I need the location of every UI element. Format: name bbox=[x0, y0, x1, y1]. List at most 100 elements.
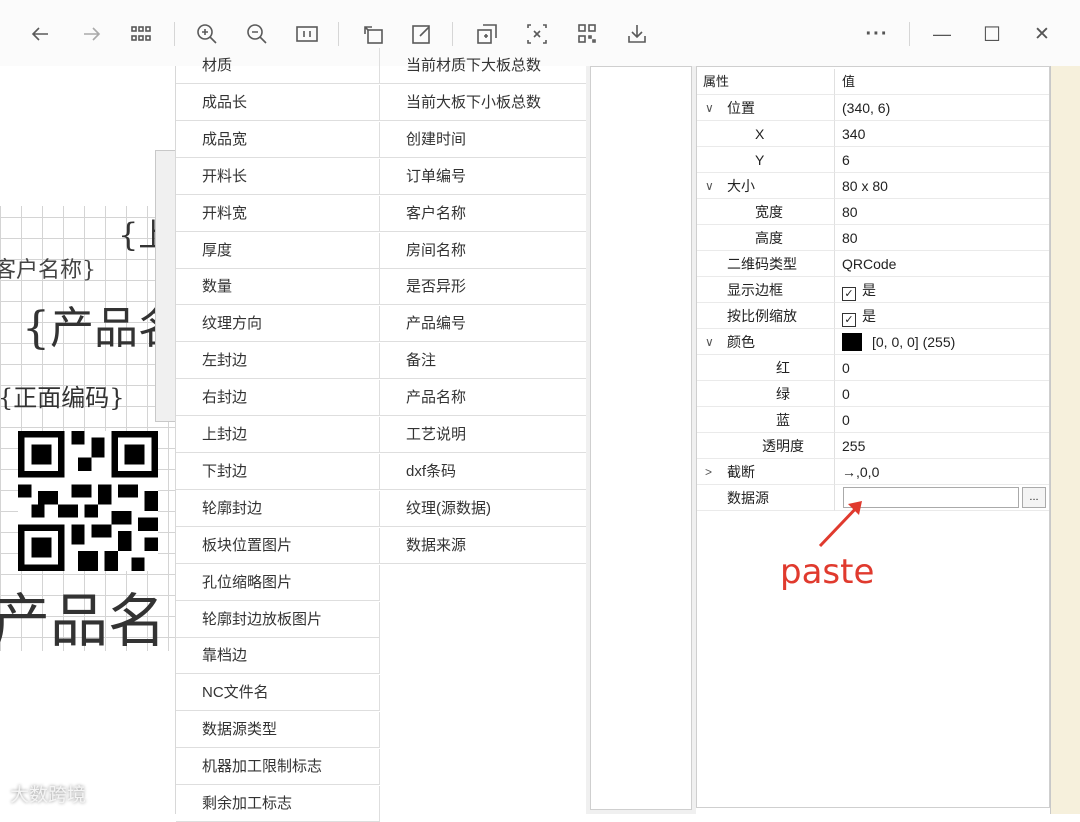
property-value[interactable]: 255 bbox=[835, 433, 1049, 459]
close-button[interactable]: ✕ bbox=[1025, 17, 1059, 51]
property-value[interactable]: (340, 6) bbox=[835, 95, 1049, 121]
chevron-down-icon[interactable]: ∨ bbox=[705, 329, 719, 355]
field-item[interactable]: 靠档边 bbox=[176, 638, 380, 675]
field-item[interactable]: 数据来源 bbox=[380, 528, 586, 564]
variable-button[interactable] bbox=[520, 17, 554, 51]
field-item[interactable]: 材质 bbox=[176, 48, 380, 84]
property-row[interactable]: 红0 bbox=[697, 355, 1049, 381]
property-value[interactable]: 0 bbox=[835, 355, 1049, 381]
property-value[interactable]: 80 bbox=[835, 225, 1049, 251]
canvas-bottom-product-text[interactable]: 产品名 bbox=[0, 574, 166, 658]
property-row[interactable]: 透明度 255 bbox=[697, 433, 1049, 459]
field-item[interactable]: dxf条码 bbox=[380, 454, 586, 490]
field-item[interactable]: 轮廓封边放板图片 bbox=[176, 601, 380, 638]
field-item[interactable]: 右封边 bbox=[176, 380, 380, 417]
field-item[interactable]: 成品长 bbox=[176, 84, 380, 121]
canvas-customer-text[interactable]: 客户名称} bbox=[0, 252, 96, 284]
qrcode-image[interactable] bbox=[18, 426, 158, 576]
right-background bbox=[1050, 66, 1080, 814]
minimize-button[interactable]: — bbox=[925, 17, 959, 51]
field-item[interactable]: 是否异形 bbox=[380, 269, 586, 306]
field-item[interactable]: 当前大板下小板总数 bbox=[380, 85, 586, 121]
property-row[interactable]: ∨ 位置 (340, 6) bbox=[697, 95, 1049, 121]
property-row[interactable]: 绿0 bbox=[697, 381, 1049, 407]
checkbox-checked-icon[interactable]: ✓ bbox=[842, 287, 856, 301]
field-item[interactable]: 创建时间 bbox=[380, 122, 586, 158]
field-item[interactable]: 下封边 bbox=[176, 453, 380, 490]
field-item[interactable]: 厚度 bbox=[176, 232, 380, 269]
property-row[interactable]: X 340 bbox=[697, 121, 1049, 147]
field-item[interactable]: 当前材质下大板总数 bbox=[380, 48, 586, 84]
field-item[interactable]: 左封边 bbox=[176, 343, 380, 380]
property-label: 位置 bbox=[727, 100, 755, 116]
property-row[interactable]: ∨ 颜色 [0, 0, 0] (255) bbox=[697, 329, 1049, 355]
field-item[interactable]: 孔位缩略图片 bbox=[176, 564, 380, 601]
field-item[interactable]: NC文件名 bbox=[176, 675, 380, 712]
field-item[interactable]: 房间名称 bbox=[380, 233, 586, 269]
property-name: 二维码类型 bbox=[697, 251, 835, 277]
field-item[interactable]: 板块位置图片 bbox=[176, 527, 380, 564]
property-value[interactable]: 0 bbox=[835, 407, 1049, 433]
label-canvas[interactable]: {上 客户名称} {产品名 {正面编码} 产品名 bbox=[0, 66, 182, 814]
property-row[interactable]: 蓝0 bbox=[697, 407, 1049, 433]
field-item[interactable]: 轮廓封边 bbox=[176, 490, 380, 527]
chevron-down-icon[interactable]: ∨ bbox=[705, 95, 719, 121]
field-item[interactable]: 产品编号 bbox=[380, 306, 586, 343]
zoom-in-button[interactable] bbox=[190, 17, 224, 51]
maximize-button[interactable]: ☐ bbox=[975, 17, 1009, 51]
property-row[interactable]: 按比例缩放 ✓ 是 bbox=[697, 303, 1049, 329]
field-item[interactable]: 纹理(源数据) bbox=[380, 491, 586, 527]
field-item[interactable]: 成品宽 bbox=[176, 121, 380, 158]
checkbox-checked-icon[interactable]: ✓ bbox=[842, 313, 856, 327]
chevron-down-icon[interactable]: ∨ bbox=[705, 173, 719, 199]
property-row[interactable]: Y6 bbox=[697, 147, 1049, 173]
property-value[interactable]: QRCode bbox=[835, 251, 1049, 277]
field-item[interactable]: 纹理方向 bbox=[176, 306, 380, 343]
field-item[interactable]: 产品名称 bbox=[380, 380, 586, 417]
property-name: 高度 bbox=[697, 225, 835, 251]
property-row[interactable]: ∨ 大小 80 x 80 bbox=[697, 173, 1049, 199]
property-value[interactable]: ✓ 是 bbox=[835, 277, 1049, 303]
field-item[interactable]: 工艺说明 bbox=[380, 417, 586, 453]
property-row[interactable]: 宽度 80 bbox=[697, 199, 1049, 225]
color-swatch[interactable] bbox=[842, 333, 862, 351]
field-item[interactable]: 客户名称 bbox=[380, 196, 586, 232]
field-item[interactable]: 开料宽 bbox=[176, 195, 380, 232]
field-item[interactable]: 数量 bbox=[176, 269, 380, 306]
property-value[interactable]: 80 x 80 bbox=[835, 173, 1049, 199]
property-value[interactable]: 6 bbox=[835, 147, 1049, 173]
back-button[interactable] bbox=[23, 17, 57, 51]
forward-button[interactable] bbox=[75, 17, 109, 51]
field-item[interactable]: 备注 bbox=[380, 343, 586, 380]
property-value[interactable]: ✓ 是 bbox=[835, 303, 1049, 329]
property-value[interactable]: 0 bbox=[835, 381, 1049, 407]
property-row[interactable]: 二维码类型 QRCode bbox=[697, 251, 1049, 277]
property-value[interactable]: [0, 0, 0] (255) bbox=[835, 329, 1049, 355]
property-value[interactable]: →,0,0 bbox=[835, 459, 1049, 485]
field-item[interactable]: 上封边 bbox=[176, 417, 380, 453]
actual-size-button[interactable] bbox=[290, 17, 324, 51]
property-row[interactable]: 数据源... bbox=[697, 485, 1049, 511]
field-item[interactable]: 机器加工限制标志 bbox=[176, 749, 380, 786]
rotate-button[interactable] bbox=[356, 17, 390, 51]
property-value[interactable]: 340 bbox=[835, 121, 1049, 147]
more-button[interactable]: ··· bbox=[860, 17, 894, 51]
qrcode-button[interactable] bbox=[570, 17, 604, 51]
property-row[interactable]: 显示边框 ✓ 是 bbox=[697, 277, 1049, 303]
property-value-text: 80 x 80 bbox=[842, 178, 888, 194]
field-item[interactable]: 剩余加工标志 bbox=[176, 786, 380, 822]
property-row[interactable]: 高度 80 bbox=[697, 225, 1049, 251]
copy-button[interactable] bbox=[470, 17, 504, 51]
property-value[interactable]: 80 bbox=[835, 199, 1049, 225]
field-item[interactable]: 数据源类型 bbox=[176, 712, 380, 749]
property-row[interactable]: > 截断 →,0,0 bbox=[697, 459, 1049, 485]
ellipsis-button[interactable]: ... bbox=[1022, 487, 1046, 508]
download-button[interactable] bbox=[620, 17, 654, 51]
edit-button[interactable] bbox=[405, 17, 439, 51]
field-item[interactable]: 订单编号 bbox=[380, 159, 586, 195]
zoom-out-button[interactable] bbox=[240, 17, 274, 51]
chevron-right-icon[interactable]: > bbox=[705, 459, 719, 485]
canvas-front-code-text[interactable]: {正面编码} bbox=[0, 378, 125, 413]
field-item[interactable]: 开料长 bbox=[176, 158, 380, 195]
grid-view-button[interactable] bbox=[124, 17, 158, 51]
